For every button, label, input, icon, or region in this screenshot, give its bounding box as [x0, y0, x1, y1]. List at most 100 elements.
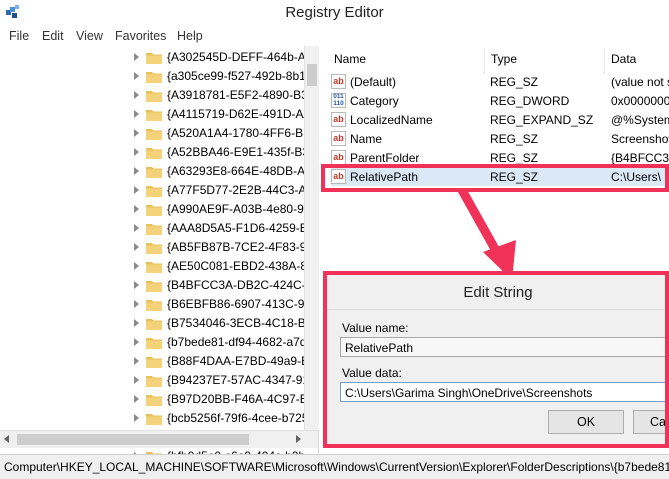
key-tree-pane[interactable]: {A302545D-DEFF-464b-AB {a305ce99-f527-492… — [0, 46, 319, 454]
tree-item[interactable]: {B7534046-3ECB-4C18-BE4 — [134, 314, 318, 333]
column-header-name[interactable]: Name — [334, 52, 366, 66]
value-name: (Default) — [350, 75, 397, 89]
folder-icon — [146, 186, 162, 197]
tree-item[interactable]: {B97D20BB-F46A-4C97-BA — [134, 390, 318, 409]
menu-view[interactable]: View — [76, 29, 103, 43]
folder-icon — [146, 243, 162, 254]
expand-arrow-icon[interactable] — [134, 243, 139, 251]
expand-arrow-icon[interactable] — [134, 281, 139, 289]
folder-icon — [146, 205, 162, 216]
folder-icon — [146, 300, 162, 311]
expand-arrow-icon[interactable] — [134, 395, 139, 403]
menu-favorites[interactable]: Favorites — [115, 29, 166, 43]
tree-item[interactable]: {B94237E7-57AC-4347-915 — [134, 371, 318, 390]
expand-arrow-icon[interactable] — [134, 376, 139, 384]
value-type: REG_EXPAND_SZ — [490, 113, 594, 127]
tree-item[interactable]: {AE50C081-EBD2-438A-86 — [134, 257, 318, 276]
tree-item[interactable]: {A3918781-E5F2-4890-B3D — [134, 86, 318, 105]
tree-item-label: {A63293E8-664E-48DB-A07 — [167, 164, 319, 178]
expand-arrow-icon[interactable] — [134, 148, 139, 156]
expand-arrow-icon[interactable] — [134, 338, 139, 346]
column-header-type[interactable]: Type — [491, 52, 517, 66]
value-name: ParentFolder — [350, 151, 420, 165]
value-row[interactable]: ab (Default) REG_SZ (value not s — [331, 72, 669, 91]
tree-horizontal-scroll-thumb[interactable] — [17, 434, 249, 445]
tree-item[interactable]: {A520A1A4-1780-4FF6-BD — [134, 124, 318, 143]
value-data-input[interactable]: C:\Users\Garima Singh\OneDrive\Screensho… — [340, 382, 665, 402]
column-divider[interactable] — [604, 48, 605, 74]
folder-icon — [146, 414, 162, 425]
expand-arrow-icon[interactable] — [134, 300, 139, 308]
scroll-left-arrow-icon[interactable] — [4, 435, 9, 443]
value-row[interactable]: 011 110 Category REG_DWORD 0x0000000 — [331, 91, 669, 110]
folder-icon — [146, 167, 162, 178]
tree-item[interactable]: {AB5FB87B-7CE2-4F83-915 — [134, 238, 318, 257]
tree-item-label: {a305ce99-f527-492b-8b1a — [167, 69, 313, 83]
tree-item[interactable]: {bfb9d5e0-c6a9-404c-b2b — [134, 447, 318, 454]
string-value-icon: ab — [331, 150, 346, 165]
tree-horizontal-scrollbar[interactable] — [0, 430, 318, 448]
tree-item[interactable]: {A4115719-D62E-491D-AA — [134, 105, 318, 124]
value-type: REG_SZ — [490, 151, 539, 165]
menu-edit[interactable]: Edit — [42, 29, 64, 43]
tree-item-label: {A52BBA46-E9E1-435f-B3D — [167, 145, 318, 159]
expand-arrow-icon[interactable] — [134, 414, 139, 422]
value-data-text: C:\Users\Garima Singh\OneDrive\Screensho… — [345, 386, 593, 400]
value-data-label: Value data: — [342, 366, 402, 380]
expand-arrow-icon[interactable] — [134, 186, 139, 194]
tree-item[interactable]: {A302545D-DEFF-464b-AB — [134, 48, 318, 67]
tree-item-label: {A4115719-D62E-491D-AA — [167, 107, 312, 121]
tree-item-label: {A302545D-DEFF-464b-AB — [167, 50, 314, 64]
value-row[interactable]: ab LocalizedName REG_EXPAND_SZ @%System — [331, 110, 669, 129]
expand-arrow-icon[interactable] — [134, 72, 139, 80]
tree-item[interactable]: {A63293E8-664E-48DB-A07 — [134, 162, 318, 181]
tree-item[interactable]: {A990AE9F-A03B-4e80-94 — [134, 200, 318, 219]
expand-arrow-icon[interactable] — [134, 167, 139, 175]
scroll-right-arrow-icon[interactable] — [296, 435, 301, 443]
tree-item-label: {B7534046-3ECB-4C18-BE4 — [167, 316, 319, 330]
value-row[interactable]: ab Name REG_SZ Screenshot — [331, 129, 669, 148]
tree-item[interactable]: {B4BFCC3A-DB2C-424C-B — [134, 276, 318, 295]
tree-item[interactable]: {b7bede81-df94-4682-a7d — [134, 333, 318, 352]
expand-arrow-icon[interactable] — [134, 205, 139, 213]
expand-arrow-icon[interactable] — [134, 319, 139, 327]
tree-item[interactable]: {A52BBA46-E9E1-435f-B3D — [134, 143, 318, 162]
column-header-data[interactable]: Data — [611, 52, 636, 66]
tree-item[interactable]: {A77F5D77-2E2B-44C3-A6 — [134, 181, 318, 200]
cancel-button[interactable]: Can — [633, 410, 665, 434]
string-value-icon: ab — [331, 112, 346, 127]
folder-icon — [146, 110, 162, 121]
tree-item[interactable]: {B88F4DAA-E7BD-49a9-B7 — [134, 352, 318, 371]
tree-item[interactable]: {AAA8D5A5-F1D6-4259-BA — [134, 219, 318, 238]
tree-vertical-scroll-thumb[interactable] — [307, 64, 317, 86]
tree-vertical-scrollbar[interactable] — [304, 46, 319, 430]
tree-item-label: {A3918781-E5F2-4890-B3D — [167, 88, 317, 102]
ok-button[interactable]: OK — [548, 410, 624, 434]
folder-icon — [146, 148, 162, 159]
tree-item[interactable]: {bcb5256f-79f6-4cee-b725 — [134, 409, 318, 428]
tree-item-label: {B4BFCC3A-DB2C-424C-B — [167, 278, 314, 292]
binary-value-icon: 011 110 — [331, 93, 346, 108]
expand-arrow-icon[interactable] — [134, 129, 139, 137]
menu-file[interactable]: File — [9, 29, 29, 43]
value-name-text: RelativePath — [345, 341, 414, 355]
expand-arrow-icon[interactable] — [134, 357, 139, 365]
tree-item-label: {A520A1A4-1780-4FF6-BD — [167, 126, 312, 140]
expand-arrow-icon[interactable] — [134, 262, 139, 270]
title-bar[interactable]: Registry Editor — [0, 0, 669, 26]
tree-item-label: {AE50C081-EBD2-438A-86 — [167, 259, 314, 273]
tree-item[interactable]: {B6EBFB86-6907-413C-9AI — [134, 295, 318, 314]
folder-icon — [146, 53, 162, 64]
folder-icon — [146, 376, 162, 387]
expand-arrow-icon[interactable] — [134, 91, 139, 99]
menu-help[interactable]: Help — [177, 29, 203, 43]
expand-arrow-icon[interactable] — [134, 110, 139, 118]
tree-item-label: {B94237E7-57AC-4347-915 — [167, 373, 316, 387]
expand-arrow-icon[interactable] — [134, 53, 139, 61]
column-divider[interactable] — [484, 48, 485, 74]
dialog-title-bar[interactable]: Edit String — [327, 275, 665, 310]
folder-icon — [146, 281, 162, 292]
tree-item[interactable]: {a305ce99-f527-492b-8b1a — [134, 67, 318, 86]
expand-arrow-icon[interactable] — [134, 224, 139, 232]
value-name: LocalizedName — [350, 113, 433, 127]
